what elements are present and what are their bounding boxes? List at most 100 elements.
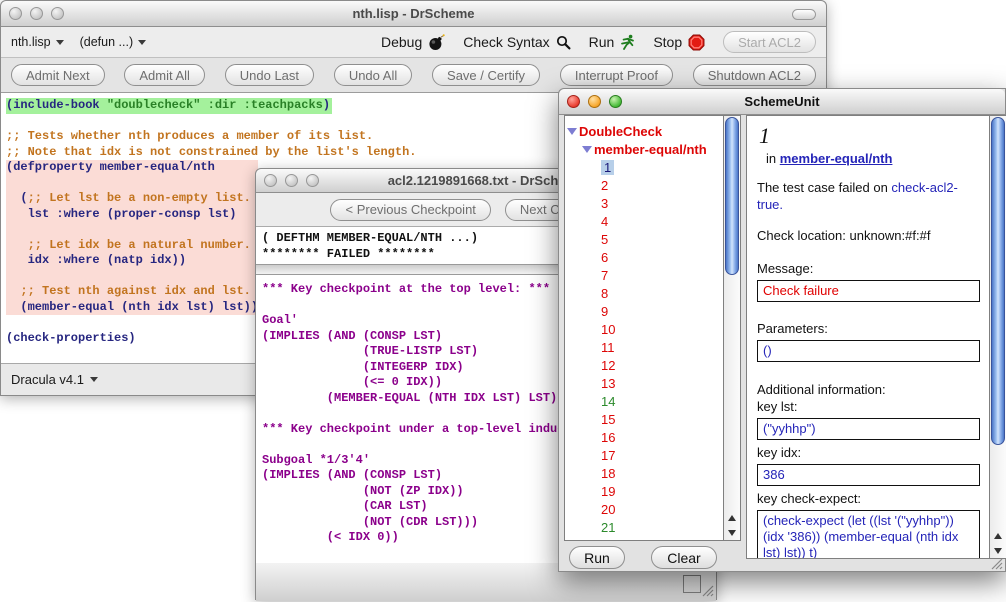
tree-item-member-equal-nth[interactable]: member-equal/nth bbox=[565, 140, 723, 158]
code-line[interactable]: (defproperty member-equal/nth bbox=[6, 160, 258, 176]
language-selector[interactable]: Dracula v4.1 bbox=[11, 372, 84, 387]
test-case-20[interactable]: 20 bbox=[565, 500, 723, 518]
minimize-button[interactable] bbox=[30, 7, 43, 20]
test-case-19[interactable]: 19 bbox=[565, 482, 723, 500]
test-case-2[interactable]: 2 bbox=[565, 176, 723, 194]
test-case-10[interactable]: 10 bbox=[565, 320, 723, 338]
run-button[interactable]: Run bbox=[589, 34, 636, 50]
test-case-7[interactable]: 7 bbox=[565, 266, 723, 284]
code-line[interactable] bbox=[6, 269, 258, 285]
chevron-down-icon bbox=[90, 377, 98, 382]
tree-scrollbar[interactable] bbox=[723, 115, 741, 541]
previous-checkpoint-button[interactable]: < Previous Checkpoint bbox=[330, 199, 490, 221]
run-tests-button[interactable]: Run bbox=[569, 546, 625, 569]
code-line[interactable]: idx :where (natp idx)) bbox=[6, 253, 258, 269]
minimize-button[interactable] bbox=[285, 174, 298, 187]
shutdown-acl2-button[interactable]: Shutdown ACL2 bbox=[693, 64, 816, 86]
code-token: idx :where (natp idx)) bbox=[6, 253, 186, 267]
code-token: ;; Let lst be a non-empty list. bbox=[28, 191, 251, 205]
code-line[interactable]: lst :where (proper-consp lst) bbox=[6, 207, 258, 223]
parameters-value-box: () bbox=[757, 340, 980, 362]
defun-dropdown[interactable]: (defun ...) bbox=[80, 35, 147, 49]
file-dropdown[interactable]: nth.lisp bbox=[11, 35, 64, 49]
test-case-8[interactable]: 8 bbox=[565, 284, 723, 302]
test-case-16[interactable]: 16 bbox=[565, 428, 723, 446]
schemeunit-titlebar[interactable]: SchemeUnit bbox=[559, 89, 1005, 115]
close-button[interactable] bbox=[9, 7, 22, 20]
scrollbar-thumb[interactable] bbox=[725, 117, 739, 275]
test-case-label: 3 bbox=[601, 196, 608, 211]
disclosure-triangle-icon[interactable] bbox=[567, 128, 577, 135]
scroll-up-button[interactable] bbox=[990, 528, 1006, 543]
undo-last-button[interactable]: Undo Last bbox=[225, 64, 314, 86]
resize-grip[interactable] bbox=[700, 583, 714, 597]
test-tree: DoubleCheck member-equal/nth 12345678910… bbox=[565, 116, 723, 536]
test-case-4[interactable]: 4 bbox=[565, 212, 723, 230]
test-case-9[interactable]: 9 bbox=[565, 302, 723, 320]
code-line[interactable]: (member-equal (nth idx lst) lst)) bbox=[6, 300, 258, 316]
arrow-up-icon bbox=[728, 515, 736, 521]
test-case-6[interactable]: 6 bbox=[565, 248, 723, 266]
test-case-15[interactable]: 15 bbox=[565, 410, 723, 428]
main-titlebar[interactable]: nth.lisp - DrScheme bbox=[1, 1, 826, 27]
schemeunit-body: DoubleCheck member-equal/nth 12345678910… bbox=[559, 115, 1005, 572]
test-case-label: 5 bbox=[601, 232, 608, 247]
scroll-down-button[interactable] bbox=[724, 525, 740, 540]
save-certify-button[interactable]: Save / Certify bbox=[432, 64, 540, 86]
code-line[interactable]: ;; Test nth against idx and lst. bbox=[6, 284, 258, 300]
test-case-17[interactable]: 17 bbox=[565, 446, 723, 464]
arrow-down-icon bbox=[728, 530, 736, 536]
code-token: (member-equal (nth idx lst) lst)) bbox=[6, 300, 258, 314]
schemeunit-window: SchemeUnit DoubleCheck member-equal/nth … bbox=[558, 88, 1006, 572]
code-line[interactable] bbox=[6, 176, 258, 192]
debug-button[interactable]: Debug bbox=[381, 34, 445, 51]
test-case-11[interactable]: 11 bbox=[565, 338, 723, 356]
code-line[interactable]: (include-book "doublecheck" :dir :teachp… bbox=[6, 98, 332, 114]
scrollbar-thumb[interactable] bbox=[991, 117, 1005, 445]
test-case-12[interactable]: 12 bbox=[565, 356, 723, 374]
case-group-link[interactable]: member-equal/nth bbox=[780, 151, 893, 166]
code-line[interactable]: (;; Let lst be a non-empty list. bbox=[6, 191, 258, 207]
resize-grip[interactable] bbox=[990, 557, 1003, 570]
test-case-label: 7 bbox=[601, 268, 608, 283]
interrupt-proof-button[interactable]: Interrupt Proof bbox=[560, 64, 673, 86]
zoom-button[interactable] bbox=[609, 95, 622, 108]
admit-next-button[interactable]: Admit Next bbox=[11, 64, 105, 86]
defun-dropdown-label: (defun ...) bbox=[80, 35, 134, 49]
parameters-label: Parameters: bbox=[757, 321, 980, 336]
zoom-button[interactable] bbox=[306, 174, 319, 187]
code-line[interactable] bbox=[6, 222, 258, 238]
zoom-button[interactable] bbox=[51, 7, 64, 20]
test-case-13[interactable]: 13 bbox=[565, 374, 723, 392]
status-square bbox=[683, 575, 701, 593]
start-acl2-button[interactable]: Start ACL2 bbox=[723, 31, 816, 53]
test-case-5[interactable]: 5 bbox=[565, 230, 723, 248]
minimize-button[interactable] bbox=[588, 95, 601, 108]
clear-button[interactable]: Clear bbox=[651, 546, 717, 569]
test-case-3[interactable]: 3 bbox=[565, 194, 723, 212]
disclosure-triangle-icon[interactable] bbox=[582, 146, 592, 153]
check-syntax-button[interactable]: Check Syntax bbox=[463, 34, 570, 50]
window-controls bbox=[9, 7, 64, 20]
chevron-down-icon bbox=[138, 40, 146, 45]
stop-button[interactable]: Stop bbox=[653, 34, 705, 51]
test-case-14[interactable]: 14 bbox=[565, 392, 723, 410]
tree-item-doublecheck[interactable]: DoubleCheck bbox=[565, 122, 723, 140]
test-case-21[interactable]: 21 bbox=[565, 518, 723, 536]
test-case-18[interactable]: 18 bbox=[565, 464, 723, 482]
undo-all-button[interactable]: Undo All bbox=[334, 64, 412, 86]
test-case-1[interactable]: 1 bbox=[565, 158, 723, 176]
close-button[interactable] bbox=[567, 95, 580, 108]
code-line[interactable]: ;; Let idx be a natural number. bbox=[6, 238, 258, 254]
desktop: nth.lisp - DrScheme nth.lisp (defun ...)… bbox=[0, 0, 1006, 602]
test-case-label: 2 bbox=[601, 178, 608, 193]
test-case-label: 16 bbox=[601, 430, 615, 445]
scroll-down-button[interactable] bbox=[990, 543, 1006, 558]
test-case-label: 12 bbox=[601, 358, 615, 373]
detail-scrollbar[interactable] bbox=[989, 116, 1006, 558]
toolbar-toggle-button[interactable] bbox=[792, 9, 816, 20]
close-button[interactable] bbox=[264, 174, 277, 187]
scroll-up-button[interactable] bbox=[724, 510, 740, 525]
code-token: ;; Test nth against idx and lst. bbox=[6, 284, 251, 298]
admit-all-button[interactable]: Admit All bbox=[124, 64, 205, 86]
